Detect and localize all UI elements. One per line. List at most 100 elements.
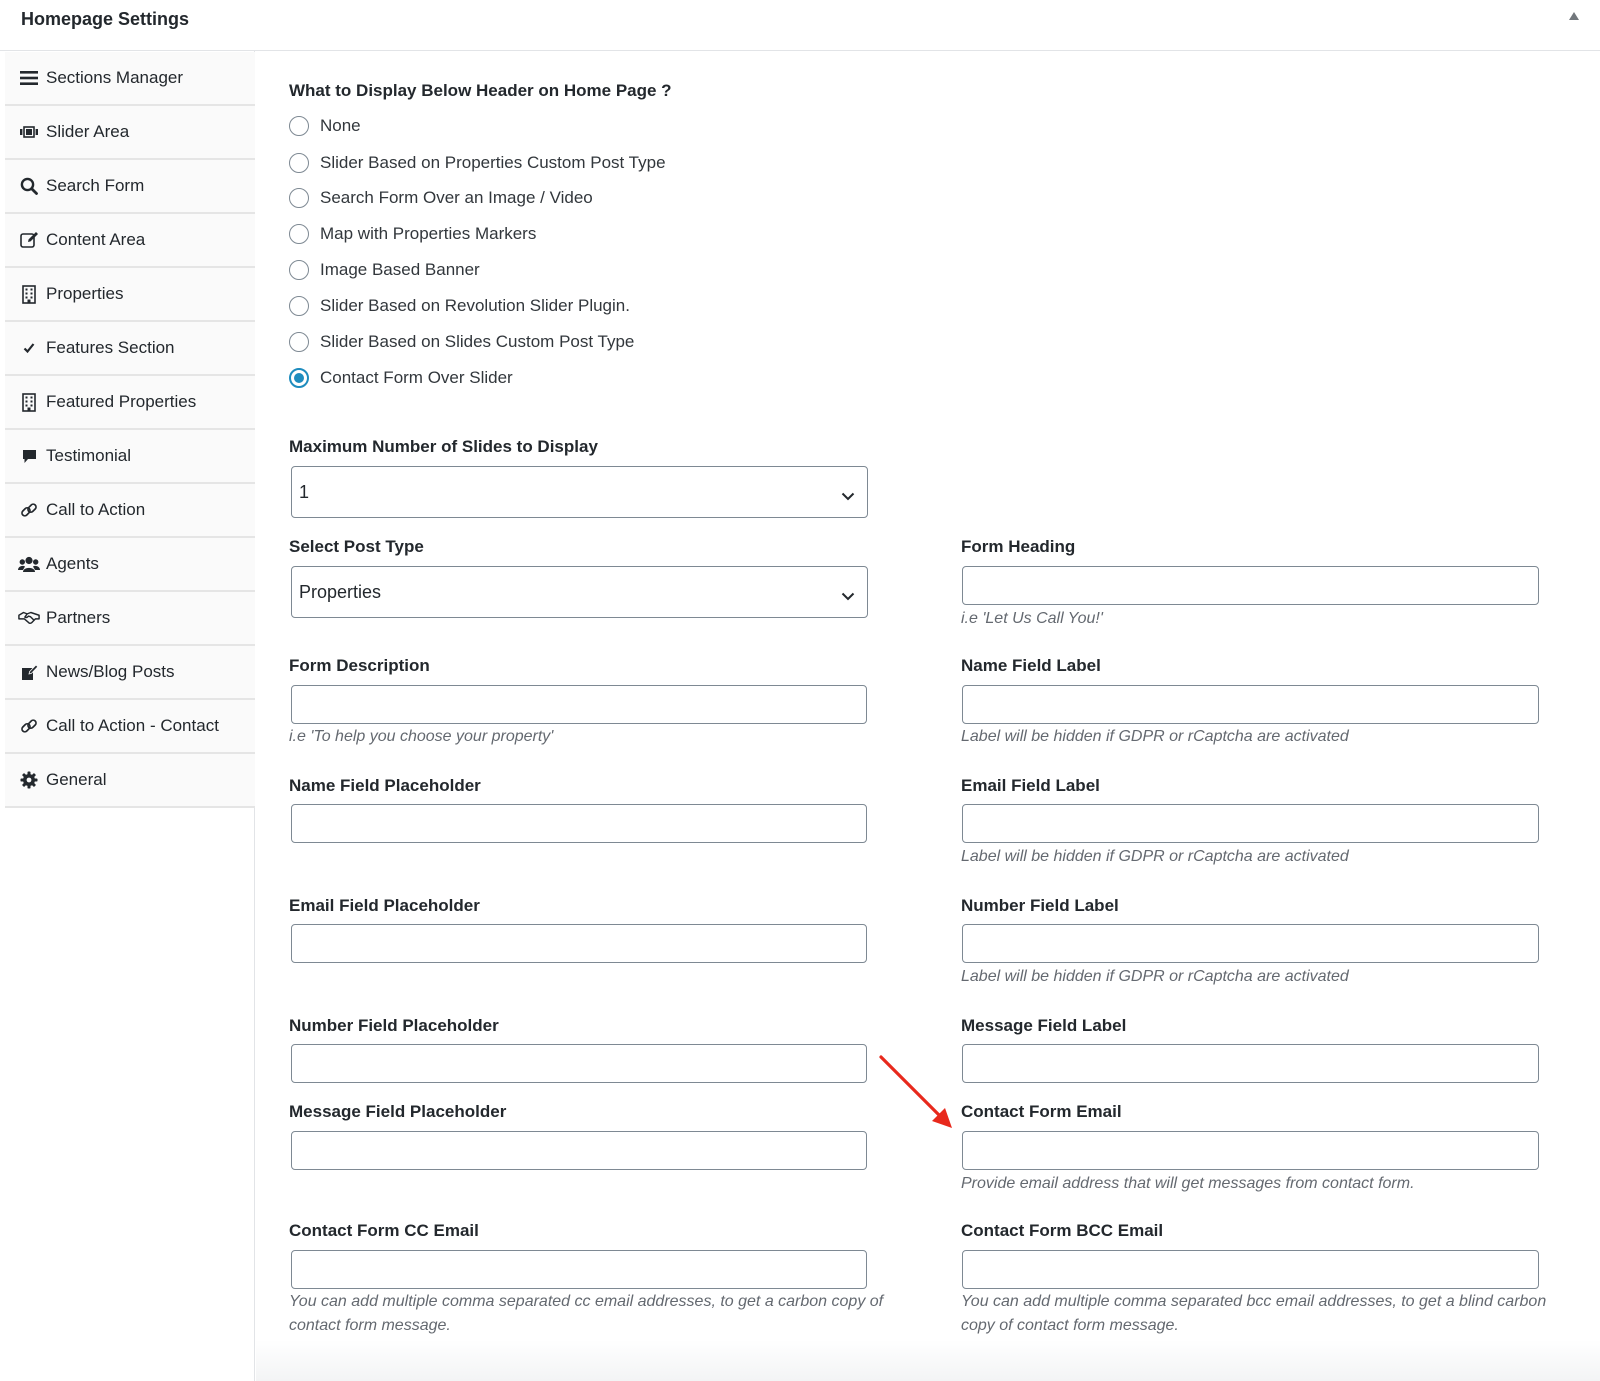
sidebar-item-testimonial[interactable]: Testimonial	[5, 430, 255, 484]
sidebar-item-news-blog-posts[interactable]: News/Blog Posts	[5, 646, 255, 700]
radio-option-image-banner[interactable]: Image Based Banner	[289, 258, 480, 282]
contact-email-description: Provide email address that will get mess…	[961, 1175, 1415, 1192]
sidebar-item-properties[interactable]: Properties	[5, 268, 255, 322]
sidebar-item-label: Partners	[46, 608, 111, 627]
link-icon	[18, 716, 40, 736]
link-icon	[18, 500, 40, 520]
radio-button[interactable]	[289, 224, 309, 244]
number-label-input[interactable]	[962, 924, 1539, 963]
sidebar-item-general[interactable]: General	[5, 754, 255, 808]
post-type-select[interactable]: Properties	[291, 566, 868, 618]
number-label-description: Label will be hidden if GDPR or rCaptcha…	[961, 968, 1349, 985]
sidebar-item-label: Call to Action	[46, 500, 146, 519]
name-placeholder-label: Name Field Placeholder	[289, 776, 481, 795]
form-heading-input[interactable]	[962, 566, 1539, 605]
radio-button[interactable]	[289, 332, 309, 352]
sidebar-item-features-section[interactable]: Features Section	[5, 322, 255, 376]
checkmark-icon	[18, 338, 40, 358]
message-placeholder-input[interactable]	[291, 1131, 867, 1170]
name-label-input[interactable]	[962, 685, 1539, 724]
search-icon	[18, 176, 40, 196]
radio-option-contact-form-over-slider[interactable]: Contact Form Over Slider	[289, 366, 513, 390]
sidebar-item-slider-area[interactable]: Slider Area	[5, 106, 255, 160]
cc-email-label: Contact Form CC Email	[289, 1221, 479, 1240]
sidebar-item-label: Properties	[46, 284, 124, 303]
radio-option-map[interactable]: Map with Properties Markers	[289, 222, 536, 246]
radio-button-selected[interactable]	[289, 368, 309, 388]
radio-button[interactable]	[289, 296, 309, 316]
menu-icon	[18, 68, 40, 88]
sidebar-item-label: Call to Action - Contact	[46, 716, 219, 735]
max-slides-select[interactable]: 1	[291, 466, 868, 518]
contact-email-label: Contact Form Email	[961, 1102, 1122, 1121]
bcc-email-input[interactable]	[962, 1250, 1539, 1289]
post-type-label: Select Post Type	[289, 537, 424, 556]
radio-option-revolution-slider[interactable]: Slider Based on Revolution Slider Plugin…	[289, 294, 630, 318]
sidebar-item-label: News/Blog Posts	[46, 662, 175, 681]
radio-label: Contact Form Over Slider	[320, 368, 513, 387]
radio-label: Slider Based on Revolution Slider Plugin…	[320, 296, 630, 315]
number-placeholder-input[interactable]	[291, 1044, 867, 1083]
sidebar-item-partners[interactable]: Partners	[5, 592, 255, 646]
sidebar-item-call-to-action[interactable]: Call to Action	[5, 484, 255, 538]
sidebar-item-label: Testimonial	[46, 446, 132, 465]
form-description-input[interactable]	[291, 685, 867, 724]
sidebar-item-label: Featured Properties	[46, 392, 197, 411]
sidebar-item-label: Features Section	[46, 338, 175, 357]
form-heading-description: i.e 'Let Us Call You!'	[961, 610, 1103, 627]
radio-option-properties-slider[interactable]: Slider Based on Properties Custom Post T…	[289, 151, 666, 175]
email-label-input[interactable]	[962, 804, 1539, 843]
radio-option-none[interactable]: None	[289, 114, 361, 138]
number-placeholder-label: Number Field Placeholder	[289, 1016, 499, 1035]
sidebar-item-call-to-action-contact[interactable]: Call to Action - Contact	[5, 700, 255, 754]
radio-label: Search Form Over an Image / Video	[320, 188, 593, 207]
chevron-down-icon	[841, 585, 855, 606]
sidebar-item-content-area[interactable]: Content Area	[5, 214, 255, 268]
building-icon	[18, 284, 40, 304]
collapse-triangle-icon[interactable]	[1568, 11, 1582, 23]
select-value: Properties	[299, 581, 382, 602]
slider-icon	[18, 122, 40, 142]
form-heading-label: Form Heading	[961, 537, 1076, 556]
building-icon	[18, 392, 40, 412]
speech-bubble-icon	[18, 446, 40, 466]
sidebar-item-agents[interactable]: Agents	[5, 538, 255, 592]
radio-button[interactable]	[289, 116, 309, 136]
radio-button[interactable]	[289, 260, 309, 280]
email-label-label: Email Field Label	[961, 776, 1100, 795]
radio-option-slides-slider[interactable]: Slider Based on Slides Custom Post Type	[289, 330, 634, 354]
sidebar-item-sections-manager[interactable]: Sections Manager	[5, 52, 255, 106]
annotation-arrow-icon	[879, 1055, 952, 1128]
form-description-description: i.e 'To help you choose your property'	[289, 728, 554, 745]
bottom-divider	[256, 1340, 1600, 1381]
message-label-input[interactable]	[962, 1044, 1539, 1083]
sidebar-item-label: Content Area	[46, 230, 146, 249]
cc-email-input[interactable]	[291, 1250, 867, 1289]
sidebar-item-label: Sections Manager	[46, 68, 184, 87]
display-below-header-label: What to Display Below Header on Home Pag…	[289, 81, 672, 100]
max-slides-label: Maximum Number of Slides to Display	[289, 437, 598, 456]
gear-icon	[18, 770, 40, 790]
radio-button[interactable]	[289, 153, 309, 173]
email-placeholder-input[interactable]	[291, 924, 867, 963]
form-description-label: Form Description	[289, 656, 430, 675]
bcc-email-label: Contact Form BCC Email	[961, 1221, 1164, 1240]
email-label-description: Label will be hidden if GDPR or rCaptcha…	[961, 848, 1349, 865]
pen-icon	[18, 662, 40, 682]
radio-label: Slider Based on Properties Custom Post T…	[320, 153, 666, 172]
contact-email-input[interactable]	[962, 1131, 1539, 1170]
sidebar-item-label: Slider Area	[46, 122, 130, 141]
edit-icon	[18, 230, 40, 250]
radio-label: Slider Based on Slides Custom Post Type	[320, 332, 635, 351]
radio-button[interactable]	[289, 188, 309, 208]
message-label-label: Message Field Label	[961, 1016, 1127, 1035]
sidebar-item-featured-properties[interactable]: Featured Properties	[5, 376, 255, 430]
radio-label: Map with Properties Markers	[320, 224, 537, 243]
message-placeholder-label: Message Field Placeholder	[289, 1102, 507, 1121]
number-label-label: Number Field Label	[961, 896, 1119, 915]
sidebar-item-search-form[interactable]: Search Form	[5, 160, 255, 214]
radio-option-search-form[interactable]: Search Form Over an Image / Video	[289, 186, 593, 210]
name-placeholder-input[interactable]	[291, 804, 867, 843]
email-placeholder-label: Email Field Placeholder	[289, 896, 480, 915]
radio-label: None	[320, 116, 361, 135]
